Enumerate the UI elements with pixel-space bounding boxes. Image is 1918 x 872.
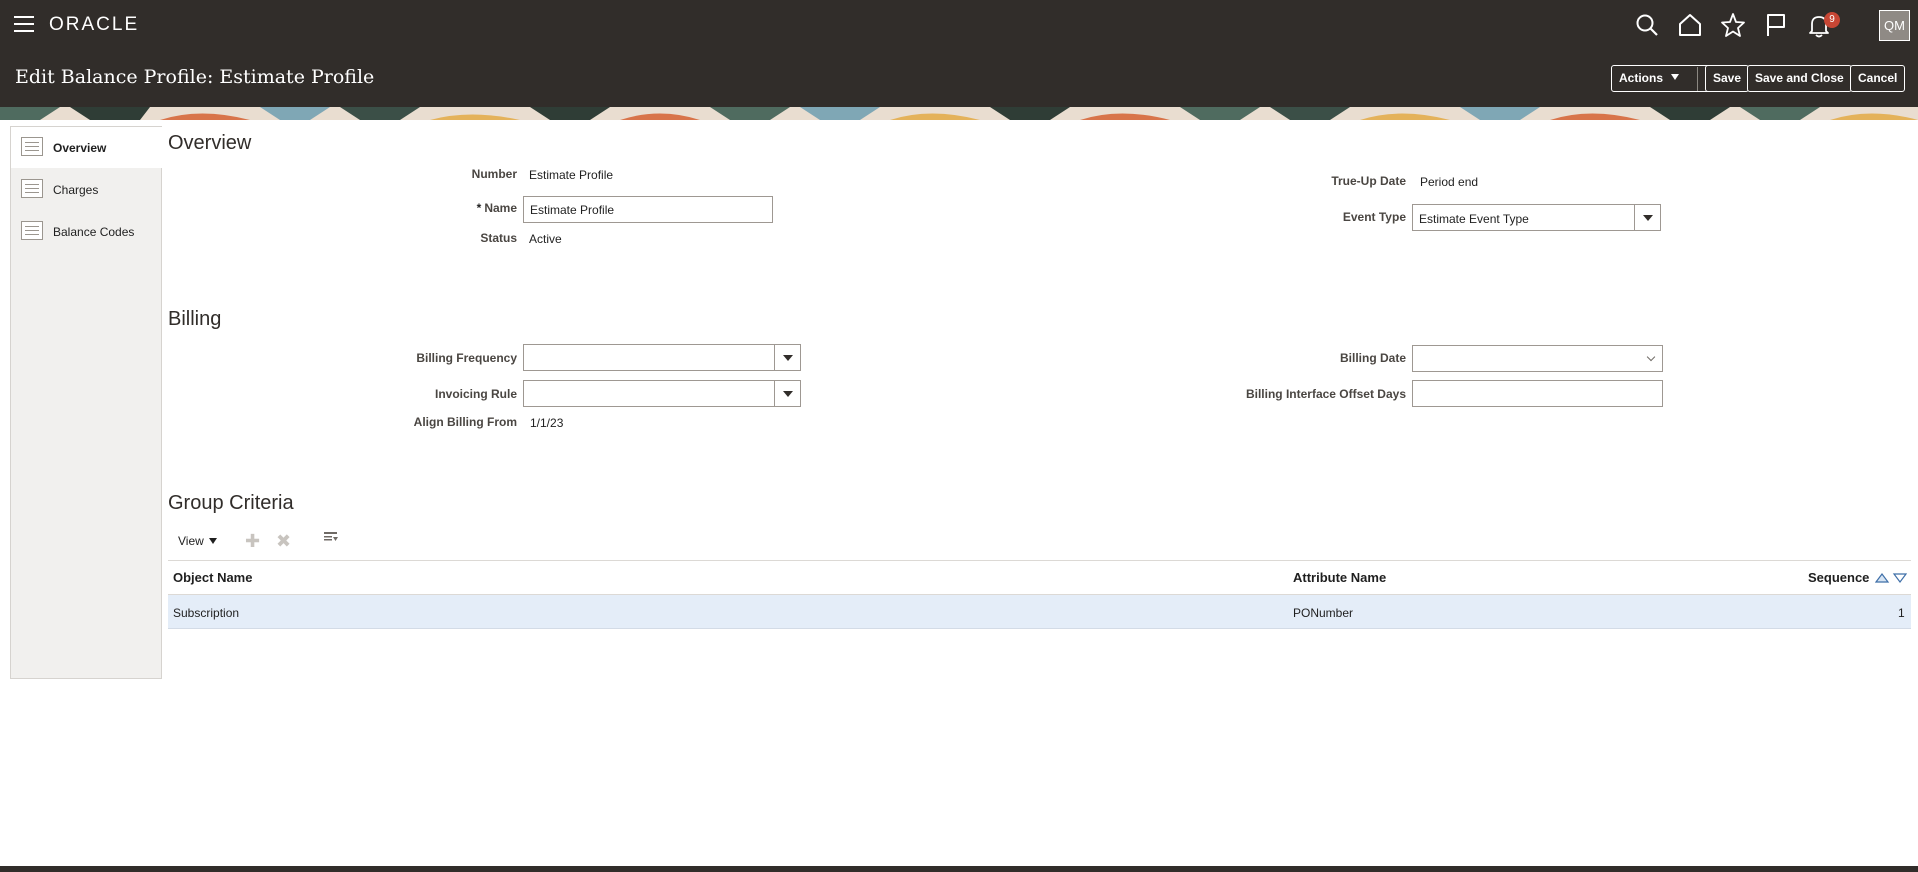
search-icon[interactable] [1634,12,1660,38]
flag-icon[interactable] [1763,12,1789,38]
tab-label: Charges [53,183,99,197]
chevron-down-icon [208,538,217,544]
true-up-date-value: Period end [1420,175,1479,189]
status-value: Active [529,232,562,246]
page-header: Edit Balance Profile: Estimate Profile A… [0,50,1918,120]
oracle-logo[interactable]: ORACLE [49,14,139,36]
table-top-border [168,560,1911,561]
home-icon[interactable] [1677,12,1703,38]
event-type-label: Event Type [1342,210,1406,224]
sort-ascending-icon[interactable] [1874,573,1890,583]
billing-offset-days-field[interactable] [1412,380,1663,407]
page-title: Edit Balance Profile: Estimate Profile [15,66,375,88]
table-row[interactable]: Subscription PONumber 1 [168,595,1911,629]
tab-overview[interactable]: Overview [11,127,162,168]
tab-label: Overview [53,141,107,155]
tab-label: Balance Codes [53,225,135,239]
view-label: View [178,534,204,548]
user-avatar[interactable]: QM [1879,10,1910,41]
dropdown-arrow-icon[interactable] [774,381,800,406]
dropdown-arrow-icon[interactable] [1634,205,1660,230]
sequence-cell: 1 [1898,606,1905,620]
save-button[interactable]: Save [1705,65,1750,92]
chevron-down-icon[interactable] [1646,352,1656,362]
align-billing-from-label: Align Billing From [413,415,517,429]
billing-frequency-label: Billing Frequency [416,351,517,365]
invoicing-rule-label: Invoicing Rule [434,387,517,401]
invoicing-rule-select[interactable] [523,380,801,407]
overview-tab-icon [21,137,43,156]
sort-descending-icon[interactable] [1892,573,1908,583]
column-header-object-name[interactable]: Object Name [173,570,252,585]
toolbar-divider [1697,67,1698,91]
align-billing-from-value: 1/1/23 [530,416,564,430]
add-row-icon[interactable]: ✚ [245,531,260,552]
page-tabs-panel: Overview Charges Balance Codes [10,126,162,679]
number-value: Estimate Profile [529,168,614,182]
freeze-columns-icon[interactable] [322,529,340,552]
name-label-wrap: * Name [400,201,517,215]
event-type-value: Estimate Event Type [1419,212,1529,226]
actions-label: Actions [1619,71,1664,85]
status-label: Status [480,231,517,245]
save-and-close-button[interactable]: Save and Close [1747,65,1852,92]
billing-offset-days-label: Billing Interface Offset Days [1245,387,1406,401]
tab-balance-codes[interactable]: Balance Codes [11,211,162,252]
name-field[interactable] [523,196,773,223]
object-name-cell: Subscription [173,606,240,620]
star-icon[interactable] [1720,12,1746,38]
overview-heading: Overview [168,132,252,154]
global-header: ORACLE 9 QM [0,0,1918,50]
name-label: Name [484,201,517,215]
balance-codes-tab-icon [21,221,43,240]
dropdown-arrow-icon[interactable] [774,345,800,370]
true-up-date-label: True-Up Date [1331,174,1406,188]
billing-date-label: Billing Date [1339,351,1406,365]
billing-date-select[interactable] [1412,345,1663,372]
column-header-sequence[interactable]: Sequence [1808,570,1869,585]
delete-row-icon[interactable]: ✖ [276,531,291,552]
group-criteria-heading: Group Criteria [168,492,294,514]
view-menu[interactable]: View [178,534,217,548]
event-type-select[interactable]: Estimate Event Type [1412,204,1661,231]
cancel-button[interactable]: Cancel [1850,65,1906,92]
column-header-attribute-name[interactable]: Attribute Name [1293,570,1386,585]
attribute-name-cell: PONumber [1293,606,1354,620]
navigator-menu-icon[interactable] [14,16,34,32]
required-indicator: * [476,201,482,215]
sort-arrows [1874,571,1908,589]
tab-charges[interactable]: Charges [11,169,162,210]
notification-badge: 9 [1824,12,1840,28]
bottom-border [0,866,1918,872]
chevron-down-icon [1671,74,1680,80]
decorative-banner [0,107,1918,120]
billing-heading: Billing [168,308,222,330]
billing-frequency-select[interactable] [523,344,801,371]
number-label: Number [471,167,517,181]
charges-tab-icon [21,179,43,198]
